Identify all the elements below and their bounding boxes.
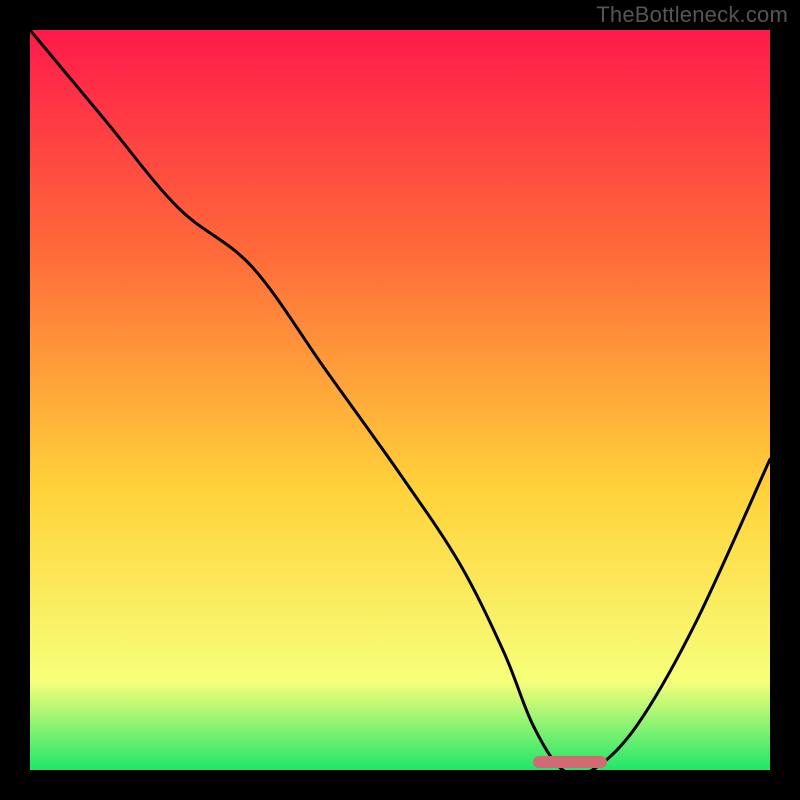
plot-area [30,30,770,770]
watermark-text: TheBottleneck.com [596,2,788,28]
chart-svg [30,30,770,770]
gradient-background [30,30,770,770]
chart-frame: TheBottleneck.com [0,0,800,800]
optimal-range-marker [533,756,607,768]
